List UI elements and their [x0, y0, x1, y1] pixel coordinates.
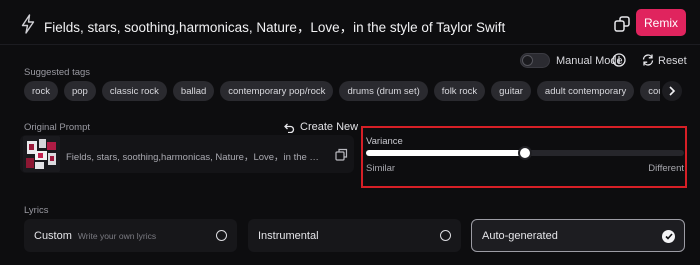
- tag-chip[interactable]: folk rock: [433, 81, 486, 101]
- create-new-label: Create New: [300, 121, 359, 133]
- tag-chip[interactable]: guitar: [491, 81, 531, 101]
- tag-chip[interactable]: pop: [63, 81, 96, 101]
- remix-button[interactable]: Remix: [636, 9, 686, 36]
- copy-icon[interactable]: [335, 148, 348, 161]
- share-icon[interactable]: [612, 14, 632, 34]
- manual-mode-toggle[interactable]: [520, 53, 550, 68]
- reset-icon[interactable]: [641, 53, 655, 67]
- variance-label: Variance: [366, 136, 403, 147]
- original-prompt-card: Fields, stars, soothing,harmonicas, Natu…: [20, 135, 354, 173]
- tags-row: rock pop classic rock ballad contemporary po…: [24, 81, 660, 101]
- radio-checked-icon: [662, 230, 675, 243]
- header-divider: [0, 44, 700, 45]
- variance-slider-fill: [366, 150, 525, 156]
- tag-chip[interactable]: drums (drum set): [339, 81, 428, 101]
- lyrics-option-instrumental[interactable]: Instrumental: [248, 219, 461, 252]
- create-new-button[interactable]: Create New: [284, 121, 358, 133]
- cover-art-thumbnail: [23, 136, 60, 172]
- tags-next-button[interactable]: [662, 81, 682, 101]
- toggle-knob: [522, 55, 533, 66]
- tag-chip[interactable]: adult contemporary: [536, 81, 635, 101]
- lyrics-label: Lyrics: [24, 205, 49, 216]
- original-prompt-text: Fields, stars, soothing,harmonicas, Natu…: [66, 152, 322, 163]
- radio-unchecked-icon: [440, 230, 451, 241]
- undo-icon: [284, 123, 295, 133]
- lyrics-option-hint: Write your own lyrics: [77, 230, 157, 241]
- prompt-title[interactable]: Fields, stars, soothing,harmonicas, Natu…: [44, 16, 505, 36]
- lyrics-option-label: Instrumental: [258, 229, 319, 242]
- radio-unchecked-icon: [216, 230, 227, 241]
- lyrics-option-label: Auto-generated: [482, 229, 558, 242]
- variance-slider-thumb[interactable]: [518, 146, 532, 160]
- chevron-right-icon: [669, 86, 676, 96]
- info-icon[interactable]: [612, 53, 626, 67]
- tag-chip[interactable]: contemporary pop/rock: [220, 81, 334, 101]
- tag-chip[interactable]: ballad: [172, 81, 215, 101]
- original-prompt-label: Original Prompt: [24, 122, 90, 133]
- lyrics-option-auto-generated[interactable]: Auto-generated: [471, 219, 685, 252]
- tag-chip[interactable]: rock: [24, 81, 58, 101]
- bolt-icon: [21, 14, 35, 34]
- lyrics-option-label: Custom: [34, 229, 72, 242]
- lyrics-option-custom[interactable]: Custom Write your own lyrics: [24, 219, 237, 252]
- similar-label: Similar: [366, 163, 396, 174]
- tag-chip[interactable]: country: [640, 81, 660, 101]
- different-label: Different: [648, 163, 684, 174]
- tag-chip[interactable]: classic rock: [101, 81, 167, 101]
- reset-button[interactable]: Reset: [658, 55, 687, 67]
- suggested-tags-label: Suggested tags: [24, 67, 91, 78]
